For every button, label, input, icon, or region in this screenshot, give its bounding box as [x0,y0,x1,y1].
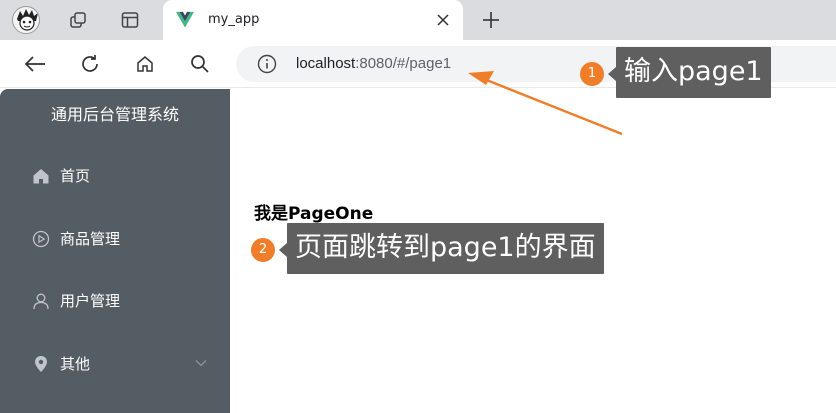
menu-item-products[interactable]: 商品管理 [0,211,230,267]
callout-pointer [608,67,616,81]
menu-item-home[interactable]: 首页 [0,148,230,204]
annotation-callout: 页面跳转到page1的界面 [287,223,604,274]
url-host: localhost [296,55,356,72]
annotation-callout: 输入page1 [616,47,771,98]
tab-groups-icon[interactable] [64,6,92,34]
profile-avatar[interactable] [12,6,40,34]
active-tab[interactable]: my_app [163,0,463,40]
step-badge: 2 [251,238,275,262]
app-title: 通用后台管理系统 [50,105,179,124]
plus-icon[interactable] [477,6,505,34]
video-play-icon [32,230,50,248]
vue-favicon-icon [176,11,194,28]
page-heading: 我是PageOne [254,204,374,224]
menu-item-label: 其他 [60,355,91,373]
url-path: :8080/#/page1 [355,55,452,72]
menu-item-users[interactable]: 用户管理 [0,273,230,329]
sidebar-toggle-icon[interactable] [116,6,144,34]
home-icon [33,169,49,184]
menu-item-label: 首页 [60,167,91,185]
tab-title: my_app [208,12,260,27]
menu-item-label: 商品管理 [60,230,121,248]
reload-icon[interactable] [75,49,105,79]
search-icon[interactable] [185,49,215,79]
user-icon [33,293,49,310]
menu-item-other[interactable]: 其他 [0,336,230,392]
url-text[interactable]: localhost:8080/#/page1 [296,54,451,74]
home-icon[interactable] [130,49,160,79]
location-icon [35,356,47,372]
app-sidebar: 通用后台管理系统 首页 商品管理 用户管理 其他 [0,89,230,413]
callout-pointer [279,243,287,257]
back-icon[interactable] [20,49,50,79]
close-icon[interactable] [433,10,453,30]
menu-item-label: 用户管理 [60,292,121,310]
chevron-down-icon [195,360,207,367]
info-icon[interactable] [256,53,278,75]
tab-strip: my_app [0,0,836,40]
step-badge: 1 [580,62,604,86]
